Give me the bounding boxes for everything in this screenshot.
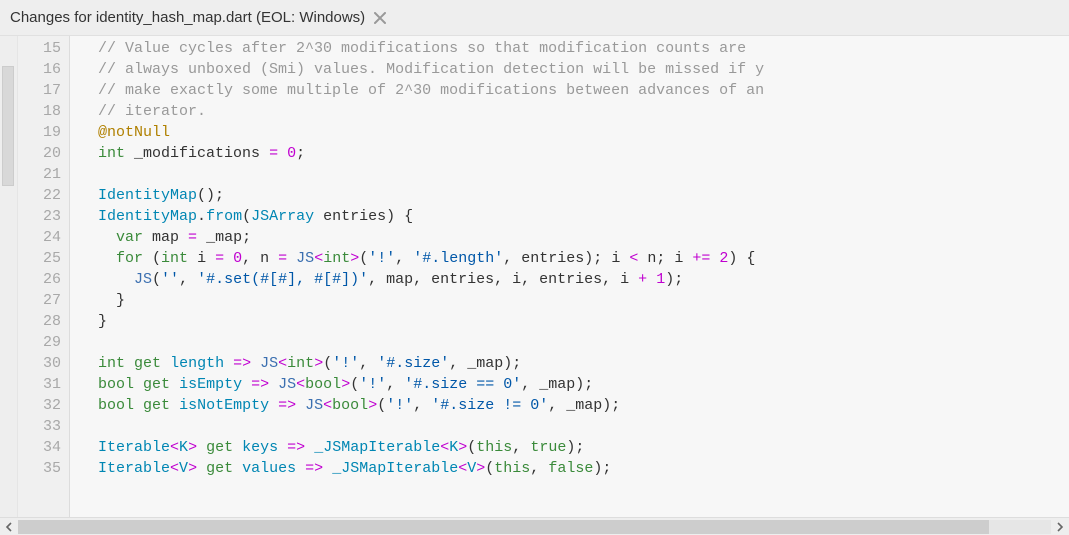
line-number[interactable]: 26 — [18, 269, 69, 290]
line-number-gutter[interactable]: 1516171819202122232425262728293031323334… — [18, 36, 70, 517]
code-line[interactable]: IdentityMap.from(JSArray entries) { — [80, 206, 1069, 227]
code-line[interactable]: // make exactly some multiple of 2^30 mo… — [80, 80, 1069, 101]
code-line[interactable]: Iterable<V> get values => _JSMapIterable… — [80, 458, 1069, 479]
line-number[interactable]: 32 — [18, 395, 69, 416]
change-marker-strip[interactable] — [0, 36, 18, 517]
line-number[interactable]: 21 — [18, 164, 69, 185]
code-line[interactable]: Iterable<K> get keys => _JSMapIterable<K… — [80, 437, 1069, 458]
code-line[interactable]: } — [80, 290, 1069, 311]
code-line[interactable]: // iterator. — [80, 101, 1069, 122]
line-number[interactable]: 17 — [18, 80, 69, 101]
change-marker[interactable] — [2, 66, 14, 186]
line-number[interactable]: 34 — [18, 437, 69, 458]
line-number[interactable]: 30 — [18, 353, 69, 374]
line-number[interactable]: 24 — [18, 227, 69, 248]
scroll-left-icon[interactable] — [0, 518, 18, 535]
code-line[interactable] — [80, 332, 1069, 353]
close-icon[interactable] — [371, 9, 389, 27]
line-number[interactable]: 27 — [18, 290, 69, 311]
line-number[interactable]: 22 — [18, 185, 69, 206]
line-number[interactable]: 18 — [18, 101, 69, 122]
line-number[interactable]: 15 — [18, 38, 69, 59]
code-line[interactable]: bool get isEmpty => JS<bool>('!', '#.siz… — [80, 374, 1069, 395]
scroll-right-icon[interactable] — [1051, 518, 1069, 535]
editor: 1516171819202122232425262728293031323334… — [0, 36, 1069, 535]
line-number[interactable]: 16 — [18, 59, 69, 80]
code-line[interactable]: for (int i = 0, n = JS<int>('!', '#.leng… — [80, 248, 1069, 269]
code-line[interactable]: } — [80, 311, 1069, 332]
line-number[interactable]: 20 — [18, 143, 69, 164]
code-line[interactable]: // always unboxed (Smi) values. Modifica… — [80, 59, 1069, 80]
line-number[interactable]: 28 — [18, 311, 69, 332]
code-line[interactable]: var map = _map; — [80, 227, 1069, 248]
line-number[interactable]: 29 — [18, 332, 69, 353]
line-number[interactable]: 33 — [18, 416, 69, 437]
line-number[interactable]: 19 — [18, 122, 69, 143]
code-line[interactable] — [80, 416, 1069, 437]
code-line[interactable]: int _modifications = 0; — [80, 143, 1069, 164]
code-line[interactable]: JS('', '#.set(#[#], #[#])', map, entries… — [80, 269, 1069, 290]
code-line[interactable]: @notNull — [80, 122, 1069, 143]
line-number[interactable]: 25 — [18, 248, 69, 269]
line-number[interactable]: 35 — [18, 458, 69, 479]
code-line[interactable] — [80, 164, 1069, 185]
line-number[interactable]: 31 — [18, 374, 69, 395]
horizontal-scrollbar[interactable] — [0, 517, 1069, 535]
tab-bar: Changes for identity_hash_map.dart (EOL:… — [0, 0, 1069, 36]
code-line[interactable]: // Value cycles after 2^30 modifications… — [80, 38, 1069, 59]
code-line[interactable]: IdentityMap(); — [80, 185, 1069, 206]
editor-body: 1516171819202122232425262728293031323334… — [0, 36, 1069, 517]
code-line[interactable]: bool get isNotEmpty => JS<bool>('!', '#.… — [80, 395, 1069, 416]
scrollbar-thumb[interactable] — [18, 520, 989, 534]
code-line[interactable]: int get length => JS<int>('!', '#.size',… — [80, 353, 1069, 374]
tab-changes-file[interactable]: Changes for identity_hash_map.dart (EOL:… — [6, 2, 395, 34]
scrollbar-track[interactable] — [18, 520, 1051, 534]
tab-label: Changes for identity_hash_map.dart (EOL:… — [10, 9, 371, 26]
code-area[interactable]: // Value cycles after 2^30 modifications… — [70, 36, 1069, 517]
line-number[interactable]: 23 — [18, 206, 69, 227]
